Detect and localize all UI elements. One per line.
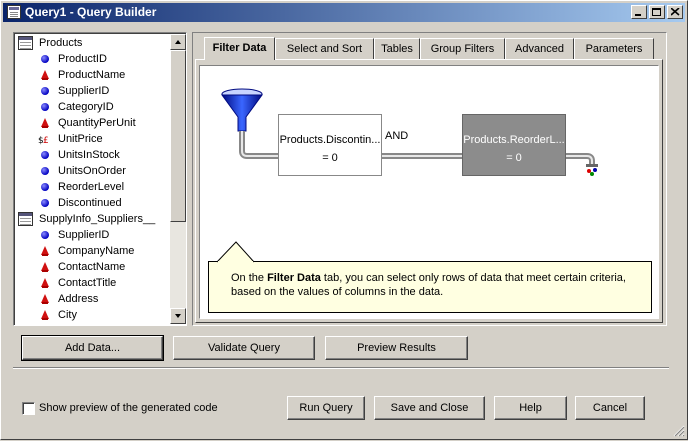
table-icon xyxy=(18,36,33,50)
tree-field-label: ProductID xyxy=(58,53,107,65)
tree-field-label: SupplierID xyxy=(58,85,110,97)
tree-table-label: SupplyInfo_Suppliers__ xyxy=(39,213,156,225)
tree-field-label: ContactName xyxy=(58,261,126,273)
resize-grip-icon[interactable] xyxy=(673,425,685,437)
close-button[interactable] xyxy=(667,5,683,19)
tab-parameters[interactable]: Parameters xyxy=(574,38,654,59)
key-icon xyxy=(41,231,49,239)
text-field-icon xyxy=(41,310,49,320)
validate-query-button[interactable]: Validate Query xyxy=(173,336,315,360)
cancel-button[interactable]: Cancel xyxy=(575,396,645,420)
tree-field-label: UnitsOnOrder xyxy=(58,165,126,177)
key-icon xyxy=(41,183,49,191)
query-builder-window: Query1 - Query Builder Products ProductID… xyxy=(0,0,688,440)
title-bar[interactable]: Query1 - Query Builder xyxy=(3,3,685,22)
condition-2-column: Products.ReorderL... xyxy=(463,134,565,146)
tree-field-label: SupplierID xyxy=(58,229,110,241)
tree-field-label: Discontinued xyxy=(58,197,122,209)
arrow-up-icon xyxy=(175,40,181,44)
condition-1-column: Products.Discontin... xyxy=(279,134,381,146)
callout-text-bold: Filter Data xyxy=(267,272,321,284)
operator-label[interactable]: AND xyxy=(385,130,408,142)
tree-field-label: CategoryID xyxy=(58,101,114,113)
window-title: Query1 - Query Builder xyxy=(25,5,157,19)
tree-field-label: UnitPrice xyxy=(58,133,103,145)
scroll-up-button[interactable] xyxy=(170,34,186,50)
help-callout: On the Filter Data tab, you can select o… xyxy=(208,261,652,313)
tab-filter-data[interactable]: Filter Data xyxy=(204,37,275,60)
text-field-icon xyxy=(41,294,49,304)
fields-tree[interactable]: Products ProductID ProductName SupplierID Ca… xyxy=(13,32,187,326)
tree-scrollbar[interactable] xyxy=(170,34,186,324)
tab-tables[interactable]: Tables xyxy=(374,38,420,59)
text-field-icon xyxy=(41,70,49,80)
svg-text:£: £ xyxy=(43,136,49,145)
add-data-button[interactable]: Add Data... xyxy=(21,335,164,361)
callout-pointer xyxy=(216,241,255,263)
text-field-icon xyxy=(41,246,49,256)
text-field-icon xyxy=(41,262,49,272)
table-icon xyxy=(18,212,33,226)
filter-condition-1[interactable]: Products.Discontin... = 0 xyxy=(278,114,382,176)
show-preview-checkbox[interactable] xyxy=(22,402,35,415)
key-icon xyxy=(41,55,49,63)
key-icon xyxy=(41,103,49,111)
tree-field-label: QuantityPerUnit xyxy=(58,117,136,129)
run-query-button[interactable]: Run Query xyxy=(287,396,365,420)
tree-field-label: ProductName xyxy=(58,69,126,81)
callout-text-prefix: On the xyxy=(231,272,268,284)
tab-advanced[interactable]: Advanced xyxy=(505,38,574,59)
tree-field-label: Address xyxy=(58,293,99,305)
tree-table-label: Products xyxy=(39,37,83,49)
scroll-thumb[interactable] xyxy=(170,50,186,222)
key-icon xyxy=(41,151,49,159)
close-icon xyxy=(670,8,680,16)
tree-field-label: UnitsInStock xyxy=(58,149,120,161)
help-button[interactable]: Help xyxy=(494,396,567,420)
maximize-button[interactable] xyxy=(649,5,665,19)
show-preview-label[interactable]: Show preview of the generated code xyxy=(39,402,218,415)
key-icon xyxy=(41,167,49,175)
tree-field-label: City xyxy=(58,309,77,321)
minimize-icon xyxy=(635,14,641,16)
text-field-icon xyxy=(41,278,49,288)
arrow-down-icon xyxy=(175,314,181,318)
filter-condition-2[interactable]: Products.ReorderL... = 0 xyxy=(462,114,566,176)
key-icon xyxy=(41,199,49,207)
tree-field-label: CompanyName xyxy=(58,245,135,257)
currency-field-icon: $ £ xyxy=(38,136,49,145)
minimize-button[interactable] xyxy=(631,5,647,19)
tree-field-label: ReorderLevel xyxy=(58,181,125,193)
tab-select-and-sort[interactable]: Select and Sort xyxy=(275,38,374,59)
tab-group-filters[interactable]: Group Filters xyxy=(420,38,505,59)
save-and-close-button[interactable]: Save and Close xyxy=(374,396,485,420)
key-icon xyxy=(41,87,49,95)
condition-1-value: = 0 xyxy=(322,152,338,164)
maximize-icon xyxy=(652,8,661,16)
preview-results-button[interactable]: Preview Results xyxy=(325,336,468,360)
text-field-icon xyxy=(41,118,49,128)
separator-highlight xyxy=(13,368,669,369)
scroll-down-button[interactable] xyxy=(170,308,186,324)
table-icon xyxy=(7,5,21,19)
tree-field-label: ContactTitle xyxy=(58,277,117,289)
condition-2-value: = 0 xyxy=(506,152,522,164)
